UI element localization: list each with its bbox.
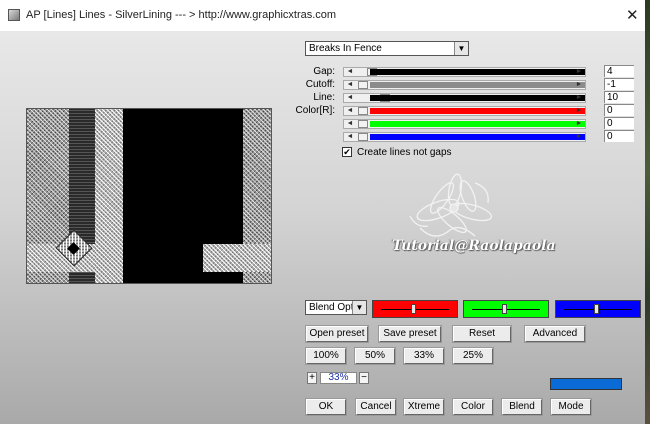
close-icon[interactable]: ✕ [626, 6, 639, 24]
mode-button[interactable]: Mode [551, 399, 591, 415]
slider-track[interactable] [370, 69, 585, 75]
reset-button[interactable]: Reset [453, 326, 511, 342]
zoom-out-button[interactable]: − [359, 372, 369, 384]
cutoff-slider[interactable]: ◄ ► [343, 80, 586, 90]
arrow-right-icon[interactable]: ► [574, 132, 584, 142]
window-title: AP [Lines] Lines - SilverLining --- > ht… [26, 9, 337, 21]
zoom-25-button[interactable]: 25% [453, 348, 493, 364]
cutoff-value[interactable]: -1 [604, 78, 634, 90]
preview-stripe [95, 109, 123, 283]
green-blend-bar[interactable] [463, 300, 549, 318]
title-bar: AP [Lines] Lines - SilverLining --- > ht… [0, 0, 645, 31]
slider-thumb[interactable] [358, 120, 368, 128]
slider-track[interactable] [370, 121, 585, 127]
slider-thumb[interactable] [358, 133, 368, 141]
blend-bar-thumb[interactable] [411, 304, 416, 314]
color-blue-slider[interactable]: ◄ ► [343, 132, 586, 142]
slider-track[interactable] [370, 108, 585, 114]
app-icon [8, 9, 20, 21]
color-green-value[interactable]: 0 [604, 117, 634, 129]
blue-blend-bar[interactable] [555, 300, 641, 318]
blend-options-select[interactable]: Blend Options ▼ [305, 300, 367, 315]
preview-crossbar [203, 244, 271, 272]
line-value[interactable]: 10 [604, 91, 634, 103]
arrow-left-icon[interactable]: ◄ [345, 106, 355, 116]
slider-track[interactable] [370, 134, 585, 140]
zoom-33-button[interactable]: 33% [404, 348, 444, 364]
effect-select-value: Breaks In Fence [309, 43, 382, 54]
desktop-background [645, 0, 650, 424]
slider-label-line: Line: [313, 92, 335, 103]
arrow-right-icon[interactable]: ► [574, 119, 584, 129]
chevron-down-icon: ▼ [454, 42, 468, 55]
chevron-down-icon: ▼ [352, 301, 366, 314]
watermark-text: Tutorial@Raolapaola [392, 238, 556, 254]
arrow-right-icon[interactable]: ► [574, 106, 584, 116]
cancel-button[interactable]: Cancel [356, 399, 396, 415]
line-slider[interactable]: ◄ ► [343, 93, 586, 103]
blend-bar-thumb[interactable] [594, 304, 599, 314]
save-preset-button[interactable]: Save preset [379, 326, 441, 342]
gap-value[interactable]: 4 [604, 65, 634, 77]
arrow-right-icon[interactable]: ► [574, 67, 584, 77]
slider-label-gap: Gap: [313, 66, 335, 77]
slider-label-cutoff: Cutoff: [305, 79, 335, 90]
gap-slider[interactable]: ◄ ► [343, 67, 586, 77]
open-preset-button[interactable]: Open preset [306, 326, 368, 342]
zoom-100-button[interactable]: 100% [306, 348, 346, 364]
create-lines-label: Create lines not gaps [357, 147, 452, 158]
blend-bar-thumb[interactable] [502, 304, 507, 314]
arrow-left-icon[interactable]: ◄ [345, 132, 355, 142]
blend-button[interactable]: Blend [502, 399, 542, 415]
slider-track[interactable] [370, 82, 585, 88]
zoom-50-button[interactable]: 50% [355, 348, 395, 364]
color-red-slider[interactable]: ◄ ► [343, 106, 586, 116]
color-red-value[interactable]: 0 [604, 104, 634, 116]
create-lines-checkbox[interactable]: ✔ [342, 147, 352, 157]
ok-button[interactable]: OK [306, 399, 346, 415]
slider-thumb[interactable] [358, 107, 368, 115]
color-swatch[interactable] [550, 378, 622, 390]
xtreme-button[interactable]: Xtreme [404, 399, 444, 415]
color-blue-value[interactable]: 0 [604, 130, 634, 142]
plugin-window: AP [Lines] Lines - SilverLining --- > ht… [0, 0, 645, 424]
arrow-left-icon[interactable]: ◄ [345, 119, 355, 129]
color-green-slider[interactable]: ◄ ► [343, 119, 586, 129]
zoom-level-field[interactable]: 33% [320, 372, 357, 384]
arrow-left-icon[interactable]: ◄ [345, 80, 355, 90]
arrow-left-icon[interactable]: ◄ [345, 67, 355, 77]
preview-pane [26, 108, 272, 284]
arrow-right-icon[interactable]: ► [574, 93, 584, 103]
zoom-in-button[interactable]: + [307, 372, 317, 384]
slider-label-color: Color[R]: [295, 105, 335, 116]
color-button[interactable]: Color [453, 399, 493, 415]
arrow-left-icon[interactable]: ◄ [345, 93, 355, 103]
arrow-right-icon[interactable]: ► [574, 80, 584, 90]
effect-select[interactable]: Breaks In Fence ▼ [305, 41, 469, 56]
slider-track[interactable] [370, 95, 585, 101]
slider-thumb[interactable] [358, 81, 368, 89]
advanced-button[interactable]: Advanced [525, 326, 585, 342]
red-blend-bar[interactable] [372, 300, 458, 318]
